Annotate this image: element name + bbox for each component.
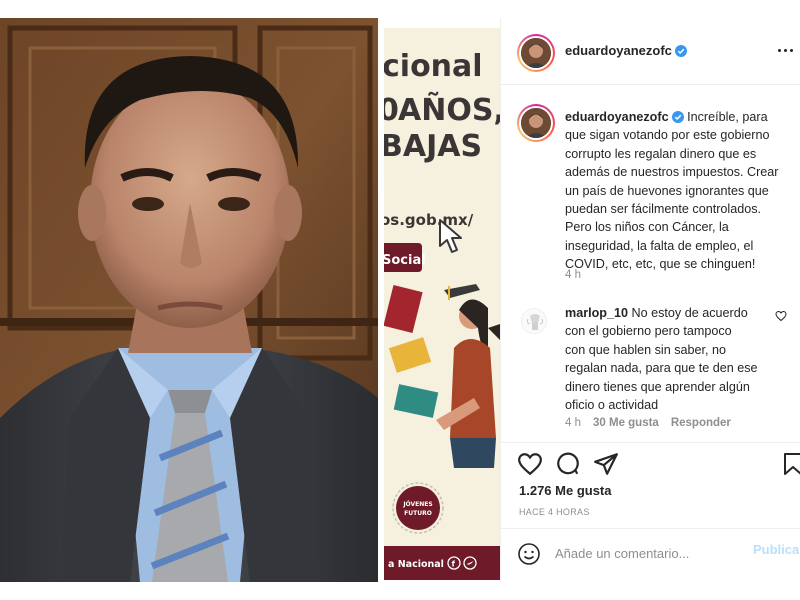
post-time-ago[interactable]: HACE 4 HORAS [519,507,590,517]
caption-username[interactable]: eduardoyanezofc [565,110,669,124]
reply-line: con que hablen sin saber, no [565,342,727,357]
poster-line3: BAJAS [384,129,482,164]
caption-line: corrupto les regalan dinero que es [565,146,757,161]
caption-line: puedan ser fácilmente controlados. [565,202,762,217]
caption-line: inseguridad, la falta de empleo, el [565,238,754,253]
bookmark-icon[interactable] [781,451,800,477]
poster-section-label: Social [384,253,426,268]
instagram-post-panel: eduardoyanezofc eduardoyanezofc Increíbl… [500,18,800,582]
caption-avatar[interactable] [517,104,555,142]
caption-meta: 4 h [565,269,593,281]
selfie-photo [0,18,378,582]
reply-username[interactable]: marlop_10 [565,306,628,320]
caption-time[interactable]: 4 h [565,269,581,281]
reply-line: con el gobierno pero tampoco [565,324,732,339]
header-divider [501,84,800,85]
poster-line2: AÑOS, [398,91,500,128]
reply-text: marlop_10 No estoy de acuerdo con el gob… [565,304,775,414]
actions-divider [501,528,800,529]
comments-divider [501,442,800,443]
reply-time[interactable]: 4 h [565,417,581,429]
heart-icon[interactable] [517,451,543,477]
caption-line: Increíble, para [687,110,768,124]
comment-input[interactable] [555,540,745,566]
poster-logo-line2: FUTURO [404,510,432,517]
reply-line: dinero tienes que aprender algún [565,379,750,394]
share-icon[interactable] [593,451,619,477]
caption-line: un país de huevones ignorantes que [565,183,769,198]
campaign-poster: cional 0 AÑOS, BAJAS os.gob.mx/ Social J… [384,28,500,580]
caption-text: eduardoyanezofc Increíble, para que siga… [565,108,791,274]
reply-line: No estoy de acuerdo [631,306,748,320]
verified-badge-icon [671,111,684,123]
header-username-text[interactable]: eduardoyanezofc [565,43,672,58]
poster-url: os.gob.mx/ [384,211,474,229]
comment-icon[interactable] [555,451,581,477]
poster-logo-line1: JÓVENES [402,501,432,508]
publish-button[interactable]: Publicar [753,542,800,557]
more-horizontal-icon[interactable] [773,40,797,60]
poster-footer: a Nacional [388,559,444,570]
poster-headline: cional [384,49,483,84]
reply-button[interactable]: Responder [671,417,731,429]
reply-avatar[interactable] [521,308,547,334]
likes-count[interactable]: 1.276 Me gusta [519,483,612,498]
reply-likes[interactable]: 30 Me gusta [593,417,659,429]
emoji-icon[interactable] [517,542,541,566]
caption-line: que sigan votando por este gobierno [565,128,770,143]
caption-line: además de nuestros impuestos. Crear [565,165,779,180]
header-username[interactable]: eduardoyanezofc [565,43,687,58]
poster-line2-digit: 0 [384,93,399,128]
verified-badge-icon [674,45,687,57]
svg-text:f: f [452,560,456,569]
comment-like-heart-icon[interactable] [775,310,787,322]
caption-line: COVID, etc, etc, que se chinguen! [565,257,756,272]
reply-line: oficio o actividad [565,398,659,413]
header-avatar[interactable] [517,34,555,72]
reply-meta: 4 h 30 Me gusta Responder [565,417,743,429]
reply-line: regalan nada, para que te den ese [565,361,758,376]
caption-line: Pero los niños con Cáncer, la [565,220,729,235]
